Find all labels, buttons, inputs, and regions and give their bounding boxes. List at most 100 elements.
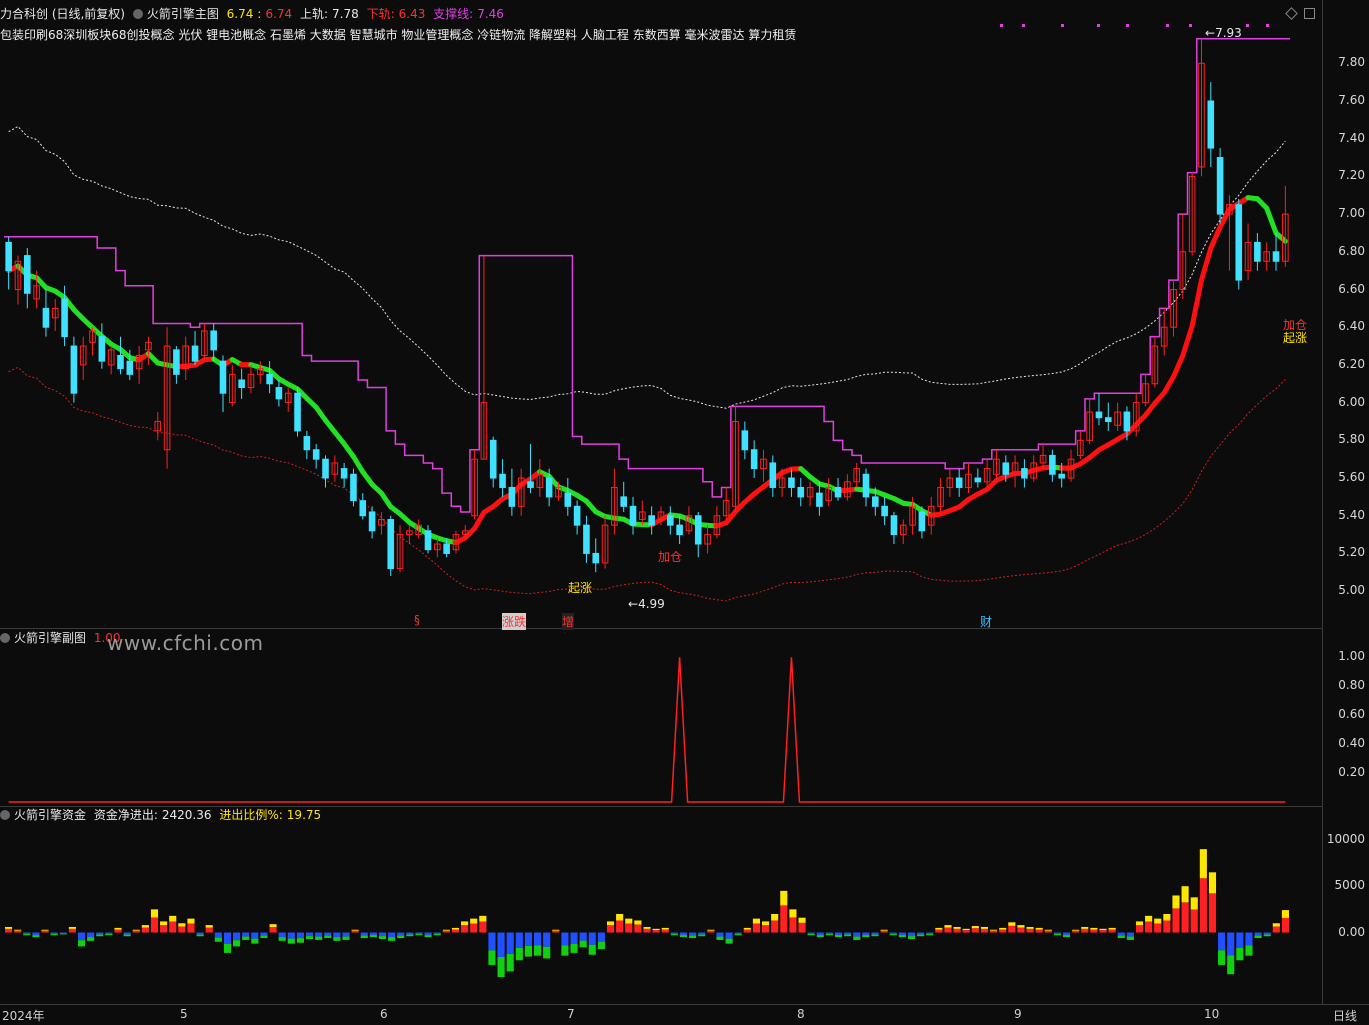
- fund-outflow-bar: [59, 932, 67, 934]
- fund-inflow-bar: [771, 920, 779, 933]
- candle-body: [117, 354, 124, 370]
- fund-inflow-bar: [1072, 929, 1080, 931]
- candle-body: [387, 519, 395, 570]
- fund-inflow-bar: [132, 929, 140, 931]
- fund-outflow-bar: [87, 937, 95, 941]
- fund-inflow-bar: [980, 928, 989, 933]
- fund-inflow-bar: [616, 920, 624, 933]
- fund-inflow-bar: [269, 927, 277, 933]
- fund-inflow-bar: [552, 930, 560, 933]
- fund-inflow-bar: [1181, 902, 1189, 933]
- fund-inflow-bar: [606, 925, 615, 933]
- fund-outflow-bar: [543, 946, 551, 959]
- candle-body: [1002, 462, 1010, 475]
- fund-outflow-bar: [907, 932, 916, 937]
- trend-ma-segment: [1161, 374, 1177, 396]
- fund-inflow-bar: [205, 925, 213, 928]
- candle-body: [573, 505, 581, 526]
- fund-outflow-bar: [725, 938, 733, 944]
- candle-body: [816, 492, 823, 507]
- fund-outflow-bar: [579, 932, 587, 941]
- fund-outflow-bar: [278, 937, 286, 941]
- fund-inflow-bar: [178, 926, 186, 933]
- signal-dot: [1000, 24, 1003, 27]
- fund-outflow-bar: [844, 932, 852, 935]
- fund-inflow-bar: [953, 928, 961, 933]
- fund-outflow-bar: [360, 932, 368, 936]
- fund-inflow-bar: [1008, 925, 1016, 933]
- fund-outflow-bar: [23, 932, 31, 935]
- fund-outflow-bar: [50, 932, 58, 935]
- fund-outflow-bar: [570, 943, 578, 953]
- fund-inflow-bar: [470, 923, 478, 933]
- fund-outflow-bar: [716, 932, 724, 937]
- fund-inflow-bar: [479, 915, 487, 922]
- fund-outflow-bar: [561, 945, 569, 956]
- candle-body: [368, 511, 376, 532]
- fund-outflow-bar: [679, 932, 688, 936]
- candle-body: [61, 298, 68, 338]
- fund-outflow-bar: [853, 936, 861, 940]
- candle-body: [881, 505, 888, 517]
- fund-outflow-bar: [844, 934, 852, 937]
- fund-outflow-bar: [1236, 947, 1244, 961]
- fund-inflow-bar: [953, 926, 961, 929]
- chart-canvas[interactable]: [0, 0, 1369, 1025]
- fund-inflow-bar: [442, 929, 450, 931]
- candle-body: [70, 345, 78, 394]
- fund-inflow-bar: [1035, 927, 1043, 930]
- signal-dot: [1061, 24, 1064, 27]
- fund-outflow-bar: [488, 950, 496, 965]
- candle-body: [1123, 411, 1131, 432]
- candle-body: [98, 336, 106, 362]
- fund-inflow-bar: [780, 905, 788, 933]
- fund-inflow-bar: [351, 929, 359, 931]
- fund-outflow-bar: [1227, 932, 1235, 956]
- trend-ma-segment: [1171, 352, 1186, 380]
- fund-inflow-bar: [789, 909, 797, 918]
- fund-inflow-bar: [41, 930, 49, 933]
- fund-outflow-bar: [543, 932, 551, 947]
- fund-inflow-bar: [1208, 893, 1217, 933]
- fund-outflow-bar: [1263, 932, 1271, 935]
- fund-outflow-bar: [816, 935, 824, 938]
- fund-outflow-bar: [488, 932, 496, 951]
- fund-outflow-bar: [123, 934, 131, 937]
- candle-body: [694, 515, 702, 545]
- candle-body: [583, 524, 590, 554]
- fund-inflow-bar: [150, 909, 159, 918]
- candle-body: [350, 473, 357, 502]
- candle-body: [1235, 204, 1243, 281]
- fund-inflow-bar: [743, 929, 751, 933]
- fund-outflow-bar: [305, 932, 314, 937]
- trend-ma-segment: [1264, 205, 1279, 236]
- fund-outflow-bar: [917, 934, 925, 937]
- fund-outflow-bar: [1263, 934, 1271, 937]
- signal-dot: [1266, 24, 1269, 27]
- fund-outflow-bar: [734, 932, 742, 935]
- fund-outflow-bar: [1218, 932, 1226, 951]
- fund-inflow-bar: [643, 928, 651, 933]
- fund-outflow-bar: [242, 936, 250, 940]
- fund-outflow-bar: [388, 937, 396, 941]
- fund-outflow-bar: [333, 937, 341, 941]
- fund-outflow-bar: [689, 935, 697, 939]
- fund-inflow-bar: [114, 927, 122, 930]
- fund-inflow-bar: [707, 930, 715, 933]
- candle-body: [5, 241, 12, 272]
- fund-inflow-bar: [752, 918, 761, 924]
- candle-body: [489, 439, 497, 479]
- fund-inflow-bar: [68, 928, 76, 933]
- candle-body: [443, 543, 450, 554]
- fund-outflow-bar: [305, 936, 314, 940]
- fund-outflow-bar: [871, 932, 879, 935]
- fund-inflow-bar: [652, 928, 660, 931]
- fund-inflow-bar: [1172, 908, 1180, 933]
- fund-outflow-bar: [1227, 955, 1235, 975]
- fund-inflow-bar: [962, 928, 970, 931]
- fund-outflow-bar: [871, 934, 879, 937]
- fund-inflow-bar: [771, 914, 779, 921]
- fund-outflow-bar: [278, 932, 286, 938]
- trend-ma-segment: [1273, 230, 1288, 244]
- fund-inflow-bar: [798, 917, 806, 923]
